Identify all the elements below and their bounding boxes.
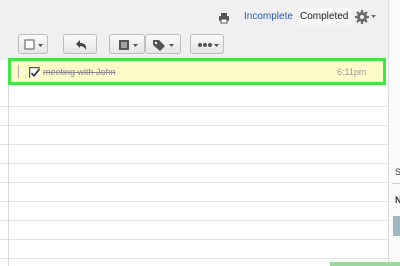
undo-arrow-icon — [76, 40, 87, 50]
chevron-down-icon — [214, 44, 219, 47]
chevron-down-icon — [169, 44, 174, 47]
task-time: 6:11pm — [337, 67, 367, 77]
more-dots-icon — [198, 43, 212, 47]
task-title[interactable]: meeting with John — [43, 67, 116, 77]
detail-panel-heading: N — [395, 195, 400, 205]
select-checkbox-button[interactable] — [18, 34, 48, 54]
detail-panel-label: S — [395, 167, 400, 177]
task-list-empty-lines — [0, 88, 388, 266]
chevron-down-icon — [133, 44, 138, 47]
detail-panel-divider — [392, 183, 400, 184]
tag-icon — [153, 40, 165, 51]
undo-button[interactable] — [63, 34, 97, 54]
task-row-divider — [18, 65, 19, 78]
more-actions-button[interactable] — [190, 34, 224, 54]
filter-incomplete-link[interactable]: Incomplete — [244, 11, 293, 22]
filter-completed-button[interactable]: Completed — [296, 8, 353, 25]
bottom-status-bar — [330, 262, 400, 266]
gear-icon[interactable] — [354, 9, 378, 25]
chevron-down-icon — [38, 44, 43, 47]
list-button[interactable] — [109, 34, 145, 54]
printer-icon[interactable] — [218, 12, 230, 24]
detail-panel-thumbnail — [393, 216, 400, 236]
checkbox-icon — [24, 39, 35, 50]
task-complete-checkbox[interactable] — [29, 67, 40, 78]
list-icon — [119, 40, 129, 50]
list-margin-line — [8, 60, 9, 266]
tag-button[interactable] — [145, 34, 181, 54]
chevron-down-icon — [371, 15, 376, 18]
task-row[interactable]: meeting with John 6:11pm — [8, 58, 386, 85]
